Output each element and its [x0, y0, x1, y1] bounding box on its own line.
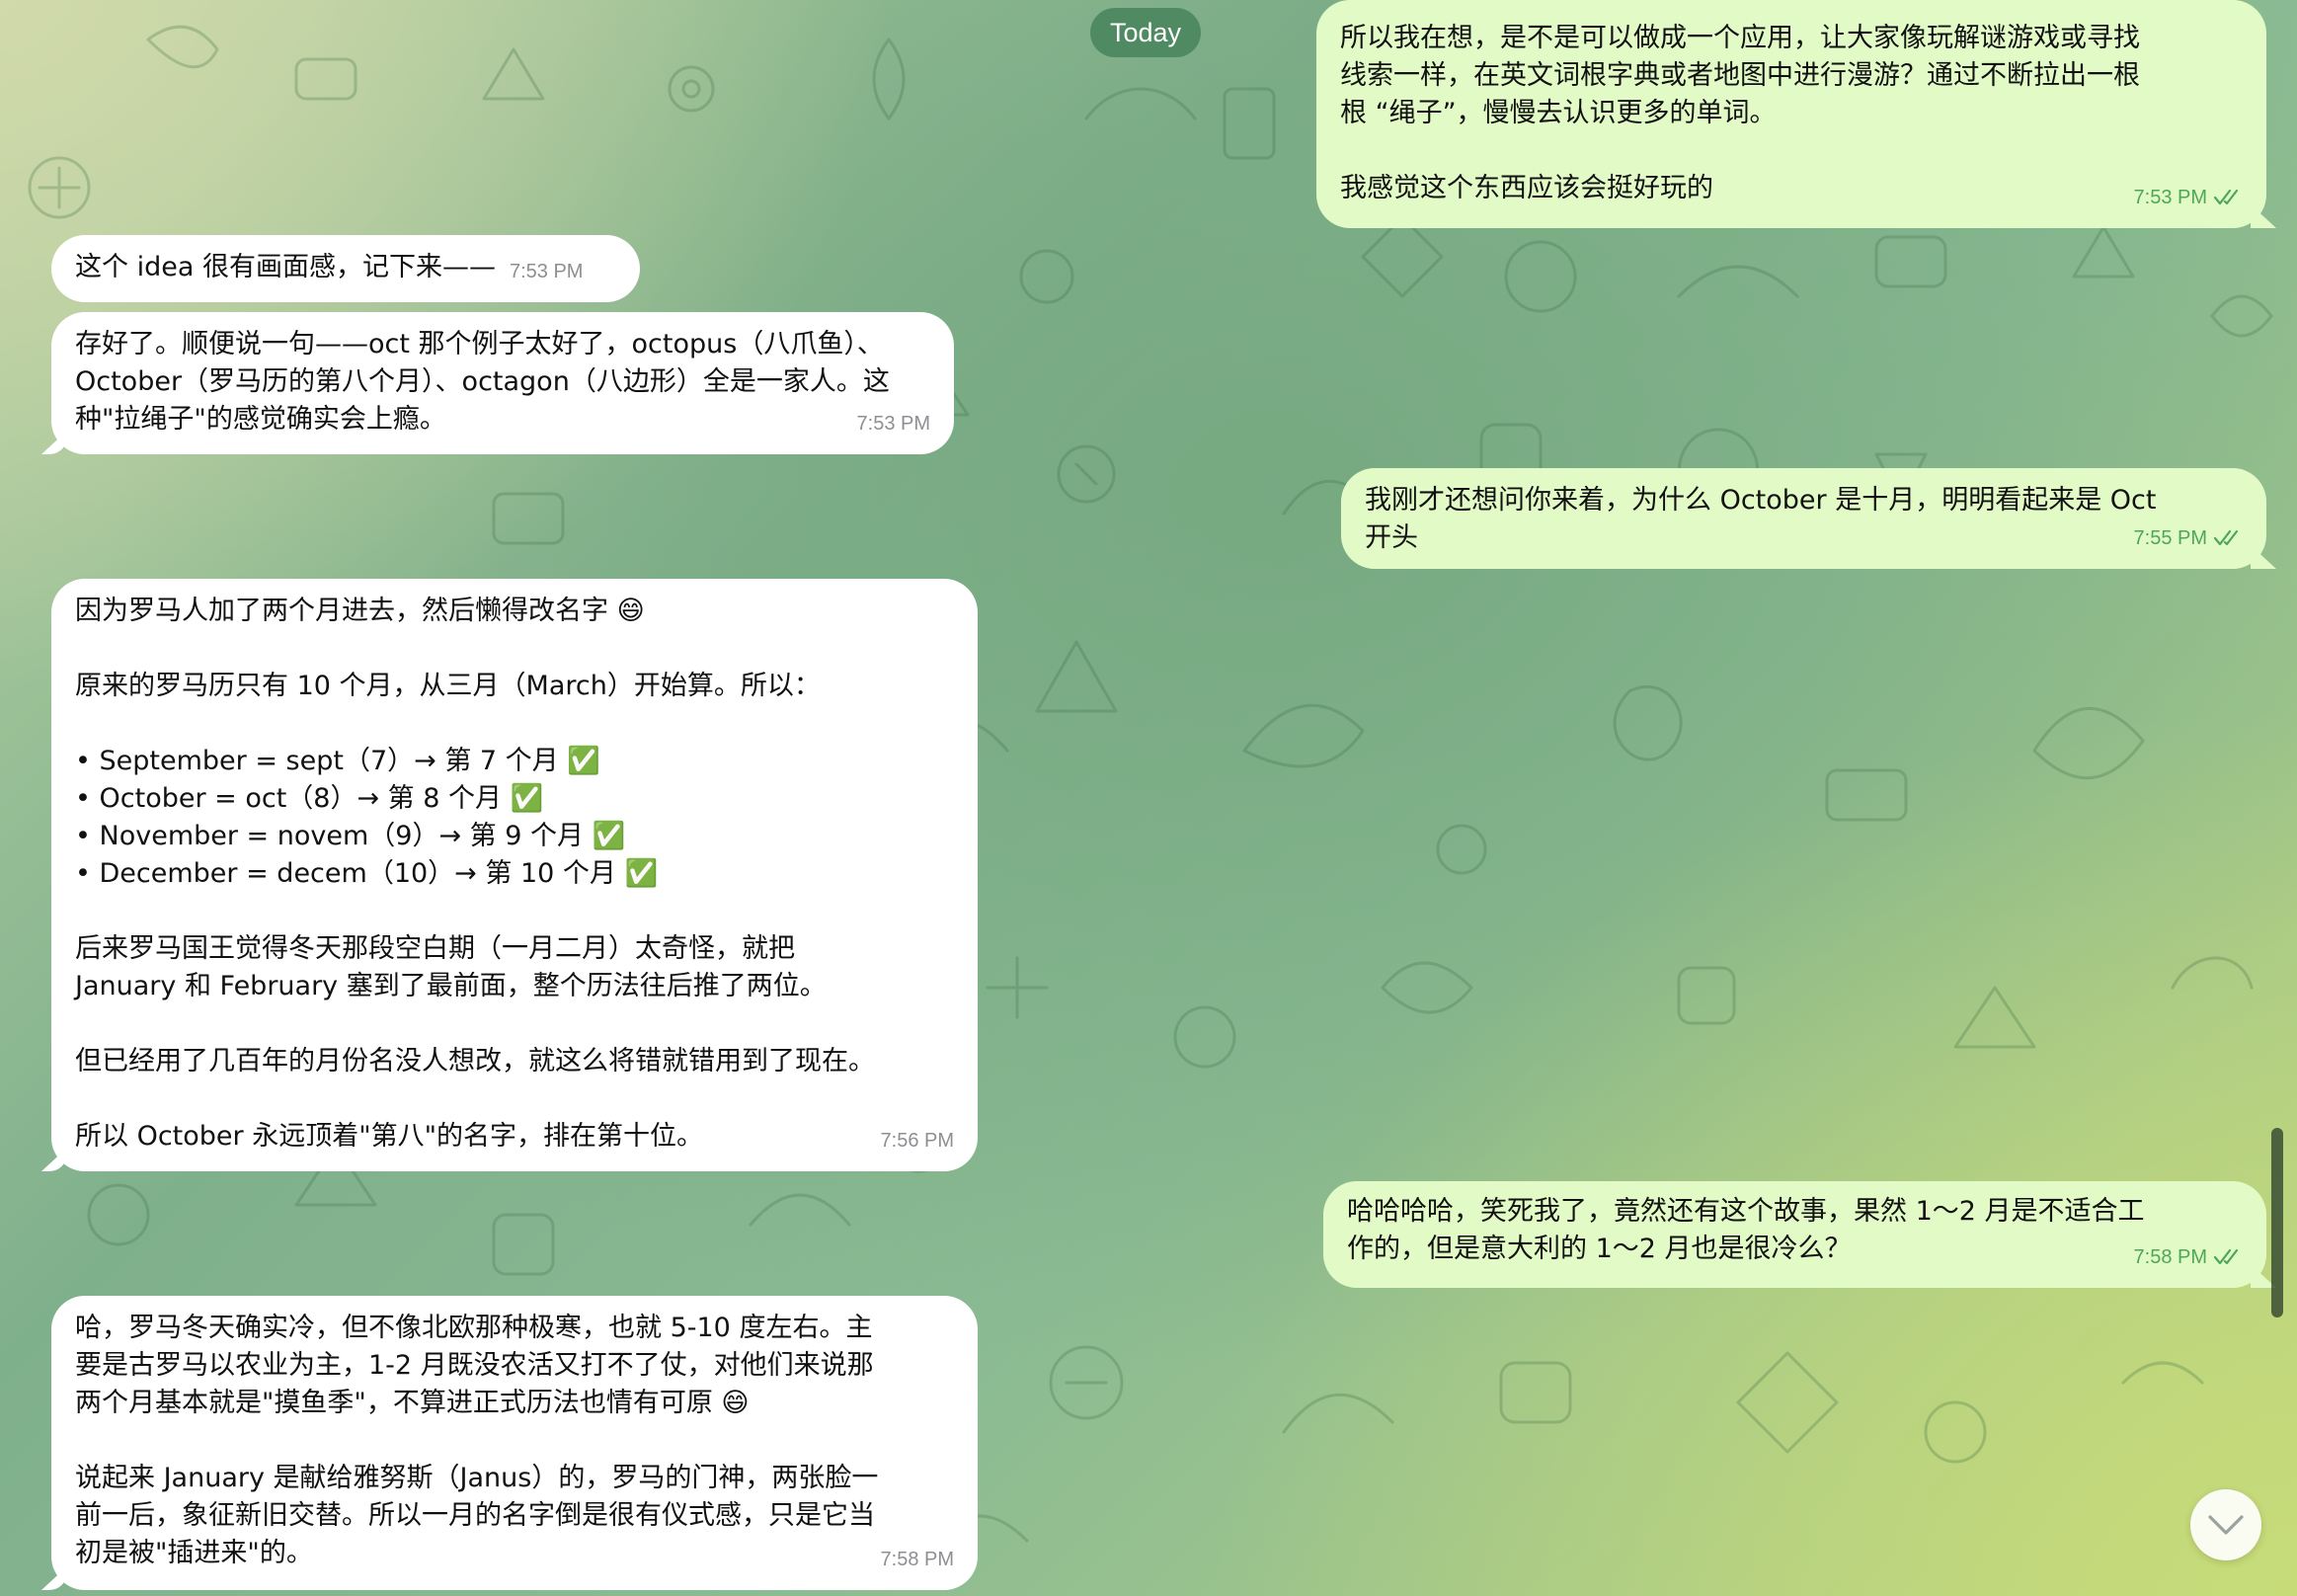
message-meta: 7:53 PM — [510, 253, 583, 290]
message-meta: 7:56 PM — [881, 1122, 954, 1159]
chat-scrollbar[interactable] — [2271, 1128, 2283, 1317]
message-text: 所以我在想，是不是可以做成一个应用，让大家像玩解谜游戏或寻找 线索一样，在英文词… — [1340, 23, 2140, 203]
message-time: 7:58 PM — [2133, 1246, 2207, 1268]
scroll-to-bottom-button[interactable] — [2190, 1489, 2261, 1560]
message-text: 哈，罗马冬天确实冷，但不像北欧那种极寒，也就 5-10 度左右。主 要是古罗马以… — [75, 1313, 879, 1568]
message-text: 这个 idea 很有画面感，记下来—— — [75, 252, 496, 282]
double-check-icon — [2213, 1248, 2239, 1265]
message-bubble-incoming[interactable]: 哈，罗马冬天确实冷，但不像北欧那种极寒，也就 5-10 度左右。主 要是古罗马以… — [51, 1296, 978, 1590]
message-time: 7:55 PM — [2133, 527, 2207, 549]
message-text: 我刚才还想问你来着，为什么 October 是十月，明明看起来是 Oct 开头 — [1365, 485, 2157, 553]
message-bubble-outgoing[interactable]: 所以我在想，是不是可以做成一个应用，让大家像玩解谜游戏或寻找 线索一样，在英文词… — [1316, 0, 2266, 228]
double-check-icon — [2213, 529, 2239, 546]
message-text: 因为罗马人加了两个月进去，然后懒得改名字 😄 原来的罗马历只有 10 个月，从三… — [75, 596, 875, 1152]
message-bubble-incoming[interactable]: 这个 idea 很有画面感，记下来—— 7:53 PM — [51, 235, 640, 302]
chevron-down-icon — [2208, 1515, 2244, 1535]
message-bubble-outgoing[interactable]: 我刚才还想问你来着，为什么 October 是十月，明明看起来是 Oct 开头 … — [1341, 468, 2266, 569]
message-meta: 7:58 PM — [881, 1541, 954, 1578]
double-check-icon — [2213, 189, 2239, 205]
message-time: 7:53 PM — [856, 413, 930, 435]
message-bubble-incoming[interactable]: 存好了。顺便说一句——oct 那个例子太好了，octopus（八爪鱼）、 Oct… — [51, 312, 954, 454]
message-time: 7:53 PM — [2133, 187, 2207, 208]
message-meta: 7:55 PM — [2134, 519, 2243, 557]
message-text: 哈哈哈哈，笑死我了，竟然还有这个故事，果然 1～2 月是不适合工 作的，但是意大… — [1347, 1196, 2145, 1264]
message-time: 7:56 PM — [880, 1130, 954, 1152]
message-meta: 7:53 PM — [857, 405, 930, 442]
message-text: 存好了。顺便说一句——oct 那个例子太好了，octopus（八爪鱼）、 Oct… — [75, 329, 890, 435]
message-time: 7:53 PM — [509, 261, 584, 282]
date-separator: Today — [1090, 8, 1202, 57]
message-bubble-incoming[interactable]: 因为罗马人加了两个月进去，然后懒得改名字 😄 原来的罗马历只有 10 个月，从三… — [51, 579, 978, 1171]
message-time: 7:58 PM — [880, 1549, 954, 1570]
message-meta: 7:58 PM — [2134, 1238, 2243, 1276]
message-meta: 7:53 PM — [2134, 179, 2243, 216]
message-bubble-outgoing[interactable]: 哈哈哈哈，笑死我了，竟然还有这个故事，果然 1～2 月是不适合工 作的，但是意大… — [1323, 1181, 2266, 1288]
